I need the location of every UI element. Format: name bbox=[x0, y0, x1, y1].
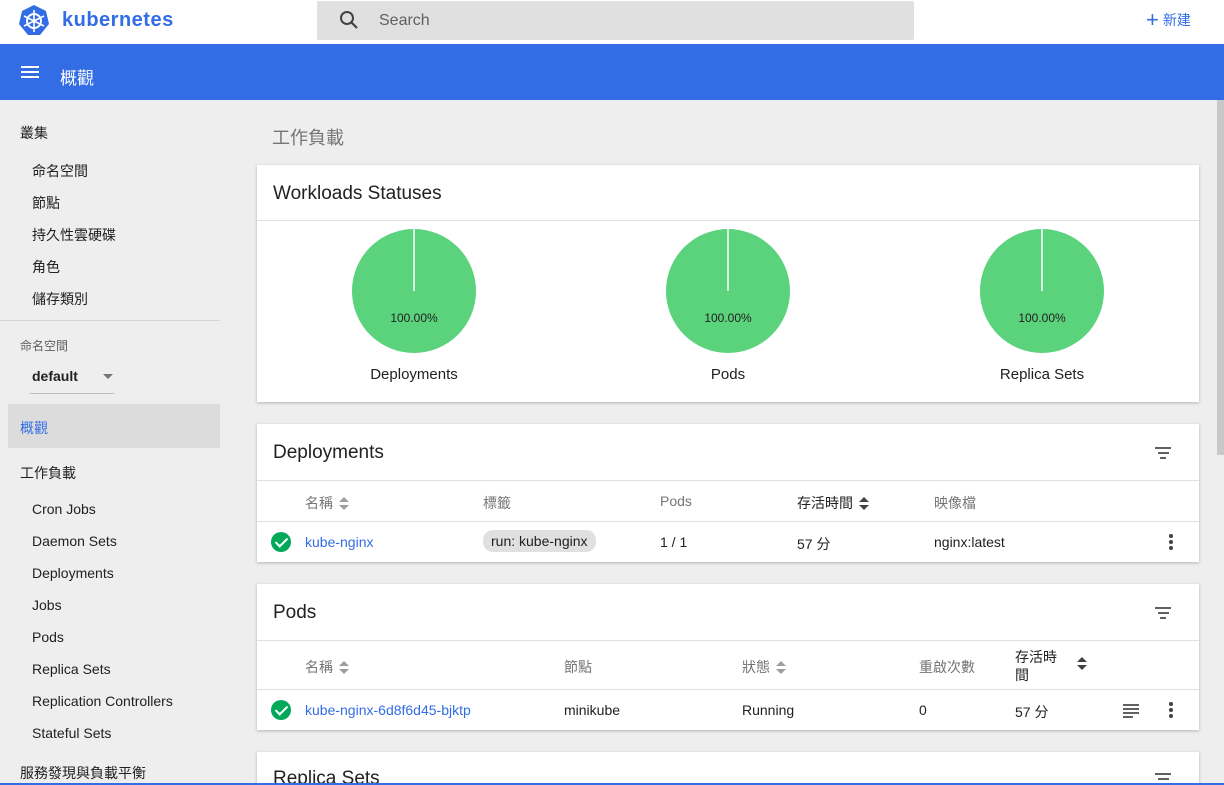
card-divider bbox=[257, 640, 1199, 641]
card-divider bbox=[257, 480, 1199, 481]
pod-status: Running bbox=[742, 702, 795, 718]
more-actions-icon[interactable] bbox=[1169, 702, 1173, 718]
filter-icon[interactable] bbox=[1155, 447, 1171, 459]
column-header-restarts: 重啟次數 bbox=[919, 659, 975, 675]
sidebar-item-deployments[interactable]: Deployments bbox=[32, 565, 114, 581]
column-header-pods: Pods bbox=[660, 493, 692, 509]
search-input[interactable] bbox=[379, 1, 899, 40]
column-header-name[interactable]: 名稱 bbox=[305, 657, 349, 677]
sidebar-item-replication-controllers[interactable]: Replication Controllers bbox=[32, 693, 173, 709]
section-title: 工作負載 bbox=[272, 128, 344, 148]
chevron-down-icon bbox=[103, 374, 113, 379]
create-label: 新建 bbox=[1162, 12, 1191, 28]
status-ok-icon bbox=[271, 532, 291, 552]
pie-percent-label: 100.00% bbox=[1018, 311, 1066, 325]
pie-label: Deployments bbox=[370, 366, 458, 383]
search-icon bbox=[340, 11, 358, 29]
scrollbar[interactable] bbox=[1217, 100, 1224, 455]
workloads-status-card: Workloads Statuses 100.00% Deployments 1… bbox=[257, 165, 1199, 402]
sidebar: 叢集 命名空間 節點 持久性雲硬碟 角色 儲存類別 命名空間 default 概… bbox=[0, 100, 228, 785]
search-bar[interactable] bbox=[317, 1, 914, 40]
sidebar-item-cron-jobs[interactable]: Cron Jobs bbox=[32, 501, 96, 517]
column-header-node: 節點 bbox=[564, 659, 592, 675]
column-header-age[interactable]: 存活時間 bbox=[1015, 648, 1065, 684]
card-title: Workloads Statuses bbox=[273, 183, 442, 204]
column-header-age[interactable]: 存活時間 bbox=[797, 493, 869, 513]
sort-icon bbox=[776, 661, 786, 675]
page-title: 概觀 bbox=[60, 69, 94, 88]
deployment-age: 57 分 bbox=[797, 536, 831, 552]
pie-label: Pods bbox=[710, 366, 746, 383]
namespace-value: default bbox=[32, 368, 78, 384]
sort-icon bbox=[339, 497, 349, 511]
namespace-selector[interactable]: default bbox=[30, 360, 114, 394]
logs-icon[interactable] bbox=[1123, 704, 1139, 718]
pod-age: 57 分 bbox=[1015, 704, 1049, 720]
sidebar-item-stateful-sets[interactable]: Stateful Sets bbox=[32, 725, 111, 741]
sort-icon bbox=[339, 661, 349, 675]
column-header-labels: 標籤 bbox=[483, 495, 511, 511]
namespace-label: 命名空間 bbox=[20, 339, 69, 353]
create-button[interactable]: + 新建 bbox=[1146, 7, 1191, 32]
pie-percent-label: 100.00% bbox=[390, 311, 438, 325]
label-chip: run: kube-nginx bbox=[483, 530, 596, 552]
column-header-label: 名稱 bbox=[305, 659, 333, 675]
status-chart-pods[interactable]: 100.00% Pods bbox=[648, 228, 808, 383]
pods-card: Pods 名稱 節點 狀態 重啟次數 存活時間 kube-nginx-6d8f6… bbox=[257, 584, 1199, 730]
pod-restarts: 0 bbox=[919, 702, 927, 718]
sort-icon bbox=[859, 497, 869, 511]
sidebar-header-workloads[interactable]: 工作負載 bbox=[20, 463, 76, 483]
kubernetes-logo-icon[interactable] bbox=[18, 4, 50, 36]
card-title: Pods bbox=[273, 602, 317, 623]
column-header-name[interactable]: 名稱 bbox=[305, 493, 349, 513]
status-chart-deployments[interactable]: 100.00% Deployments bbox=[334, 228, 494, 383]
pie-chart: 100.00% bbox=[666, 229, 790, 353]
sidebar-item-jobs[interactable]: Jobs bbox=[32, 597, 62, 613]
pie-chart: 100.00% bbox=[980, 229, 1104, 353]
sidebar-item-daemon-sets[interactable]: Daemon Sets bbox=[32, 533, 117, 549]
replica-sets-card: Replica Sets bbox=[257, 752, 1199, 785]
card-divider bbox=[257, 521, 1199, 522]
sidebar-item-label: 概觀 bbox=[20, 420, 48, 436]
column-header-label: 名稱 bbox=[305, 495, 333, 511]
more-actions-icon[interactable] bbox=[1169, 534, 1173, 550]
pie-label: Replica Sets bbox=[999, 366, 1085, 383]
column-header-images: 映像檔 bbox=[934, 495, 976, 511]
sidebar-item-pods[interactable]: Pods bbox=[32, 629, 64, 645]
deployment-image: nginx:latest bbox=[934, 534, 1005, 550]
sidebar-item-roles[interactable]: 角色 bbox=[32, 257, 60, 277]
deployment-name-link[interactable]: kube-nginx bbox=[305, 534, 374, 550]
sidebar-item-storage-classes[interactable]: 儲存類別 bbox=[32, 289, 88, 309]
deployments-card: Deployments 名稱 標籤 Pods 存活時間 映像檔 kube-ngi… bbox=[257, 424, 1199, 562]
page-toolbar: 概觀 bbox=[0, 44, 1224, 100]
status-ok-icon bbox=[271, 700, 291, 720]
plus-icon: + bbox=[1146, 7, 1159, 32]
sidebar-header-discovery[interactable]: 服務發現與負載平衡 bbox=[20, 763, 146, 783]
sidebar-item-persistent-volumes[interactable]: 持久性雲硬碟 bbox=[32, 225, 116, 245]
filter-icon[interactable] bbox=[1155, 607, 1171, 619]
column-header-status[interactable]: 狀態 bbox=[742, 657, 786, 677]
sort-icon[interactable] bbox=[1077, 657, 1087, 671]
top-bar: kubernetes + 新建 bbox=[0, 0, 1224, 44]
sidebar-item-overview[interactable]: 概觀 bbox=[8, 404, 220, 448]
column-header-label: 狀態 bbox=[742, 659, 770, 675]
menu-icon[interactable] bbox=[21, 66, 39, 78]
brand-name[interactable]: kubernetes bbox=[62, 9, 174, 32]
deployment-pods: 1 / 1 bbox=[660, 534, 688, 550]
sidebar-divider bbox=[0, 320, 220, 321]
sidebar-item-nodes[interactable]: 節點 bbox=[32, 193, 60, 213]
status-chart-replica-sets[interactable]: 100.00% Replica Sets bbox=[962, 228, 1122, 383]
column-header-label: 存活時間 bbox=[797, 495, 853, 511]
pie-chart: 100.00% bbox=[352, 229, 476, 353]
pod-node: minikube bbox=[564, 702, 621, 718]
card-divider bbox=[257, 689, 1199, 690]
sidebar-item-replica-sets[interactable]: Replica Sets bbox=[32, 661, 111, 677]
card-title: Deployments bbox=[273, 442, 384, 463]
sidebar-header-cluster[interactable]: 叢集 bbox=[20, 123, 48, 143]
pod-name-link[interactable]: kube-nginx-6d8f6d45-bjktp bbox=[305, 702, 471, 718]
sidebar-item-namespaces[interactable]: 命名空間 bbox=[32, 161, 88, 181]
card-divider bbox=[257, 220, 1199, 221]
pie-percent-label: 100.00% bbox=[704, 311, 752, 325]
